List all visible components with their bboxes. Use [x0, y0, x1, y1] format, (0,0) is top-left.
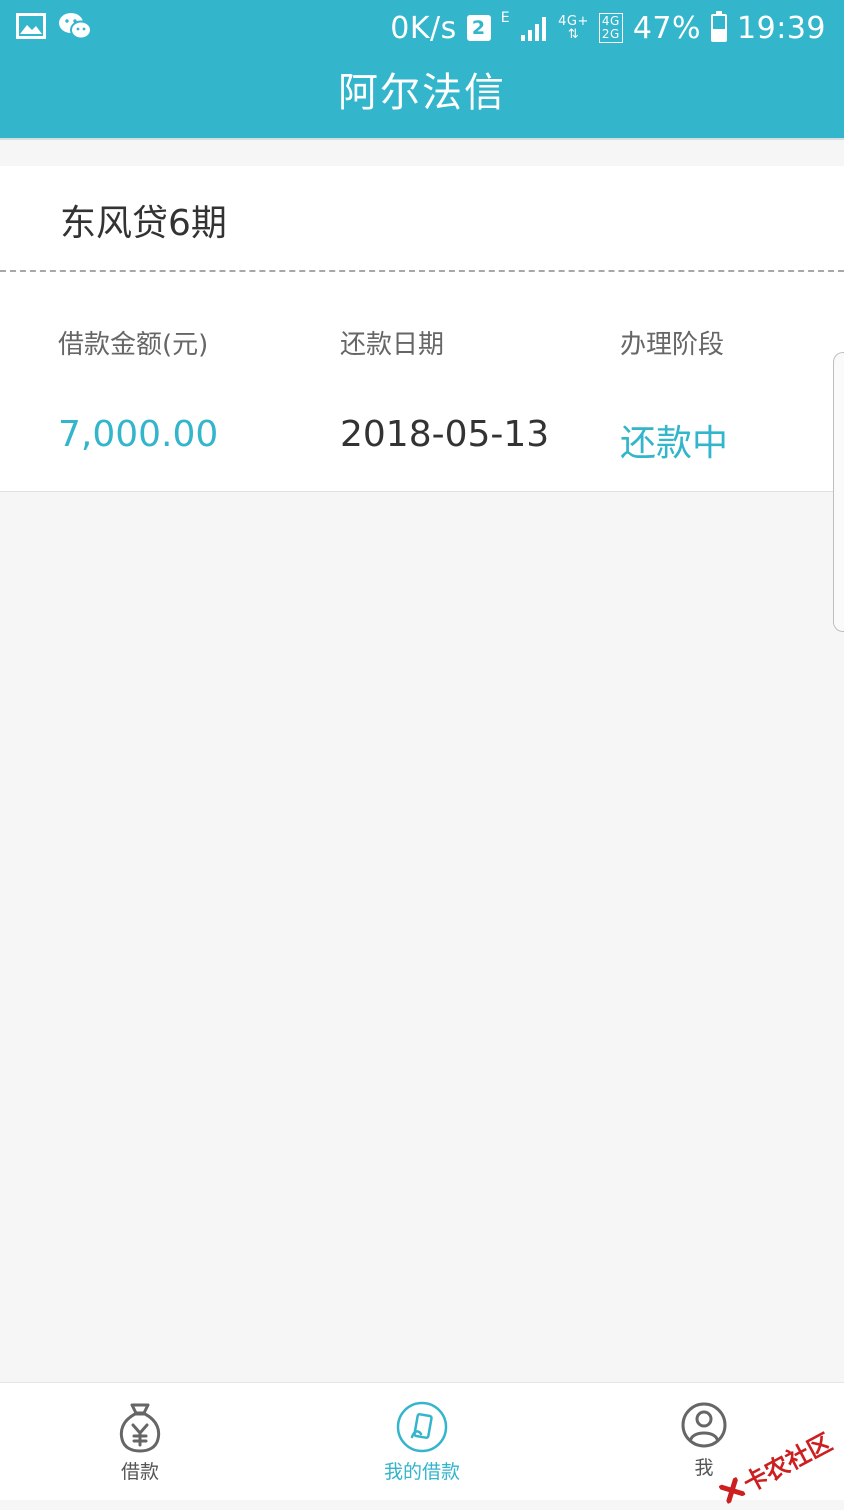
status-bar: 0K/s 2 E 4G+ ⇅ 4G 2G 47% 19:39 — [0, 0, 844, 56]
nav-item-my-loans[interactable]: 我的借款 — [362, 1401, 482, 1484]
network-4g-2g-indicator: 4G 2G — [598, 13, 623, 43]
repayment-date-value: 2018-05-13 — [340, 414, 550, 455]
loan-amount-value: 7,000.00 — [58, 414, 219, 455]
dashed-divider — [0, 270, 844, 272]
loan-amount-label: 借款金额(元) — [58, 330, 209, 360]
sim-slot-badge: 2 — [466, 15, 491, 41]
edge-panel-handle[interactable] — [833, 352, 844, 632]
status-bar-notifications — [16, 12, 92, 40]
nav-label-my-loans: 我的借款 — [383, 1461, 460, 1483]
repayment-date-label: 还款日期 — [340, 330, 445, 360]
loan-card[interactable]: 东风贷6期 借款金额(元) 还款日期 办理阶段 7,000.00 2018-05… — [0, 166, 844, 492]
document-icon — [396, 1401, 448, 1453]
signal-icon — [521, 17, 547, 41]
gallery-icon — [16, 13, 46, 39]
status-bar-system: 0K/s 2 E 4G+ ⇅ 4G 2G 47% 19:39 — [390, 8, 826, 48]
network-e-indicator: E — [500, 10, 511, 26]
user-icon — [681, 1402, 727, 1448]
battery-icon — [711, 11, 728, 42]
network-4g-plus-indicator: 4G+ ⇅ — [558, 14, 589, 42]
stage-value: 还款中 — [620, 423, 729, 464]
net-speed: 0K/s — [390, 10, 457, 46]
wechat-icon — [59, 13, 92, 40]
nav-item-loan[interactable]: 借款 — [80, 1401, 200, 1484]
clock: 19:39 — [737, 10, 826, 46]
stage-label: 办理阶段 — [620, 330, 725, 360]
page-title: 阿尔法信 — [338, 70, 506, 116]
money-bag-icon — [119, 1403, 161, 1453]
battery-percent: 47% — [632, 10, 702, 46]
nav-label-loan: 借款 — [120, 1461, 159, 1483]
app-header: 0K/s 2 E 4G+ ⇅ 4G 2G 47% 19:39 阿尔法信 — [0, 0, 844, 140]
loan-product-name: 东风贷6期 — [60, 203, 227, 244]
